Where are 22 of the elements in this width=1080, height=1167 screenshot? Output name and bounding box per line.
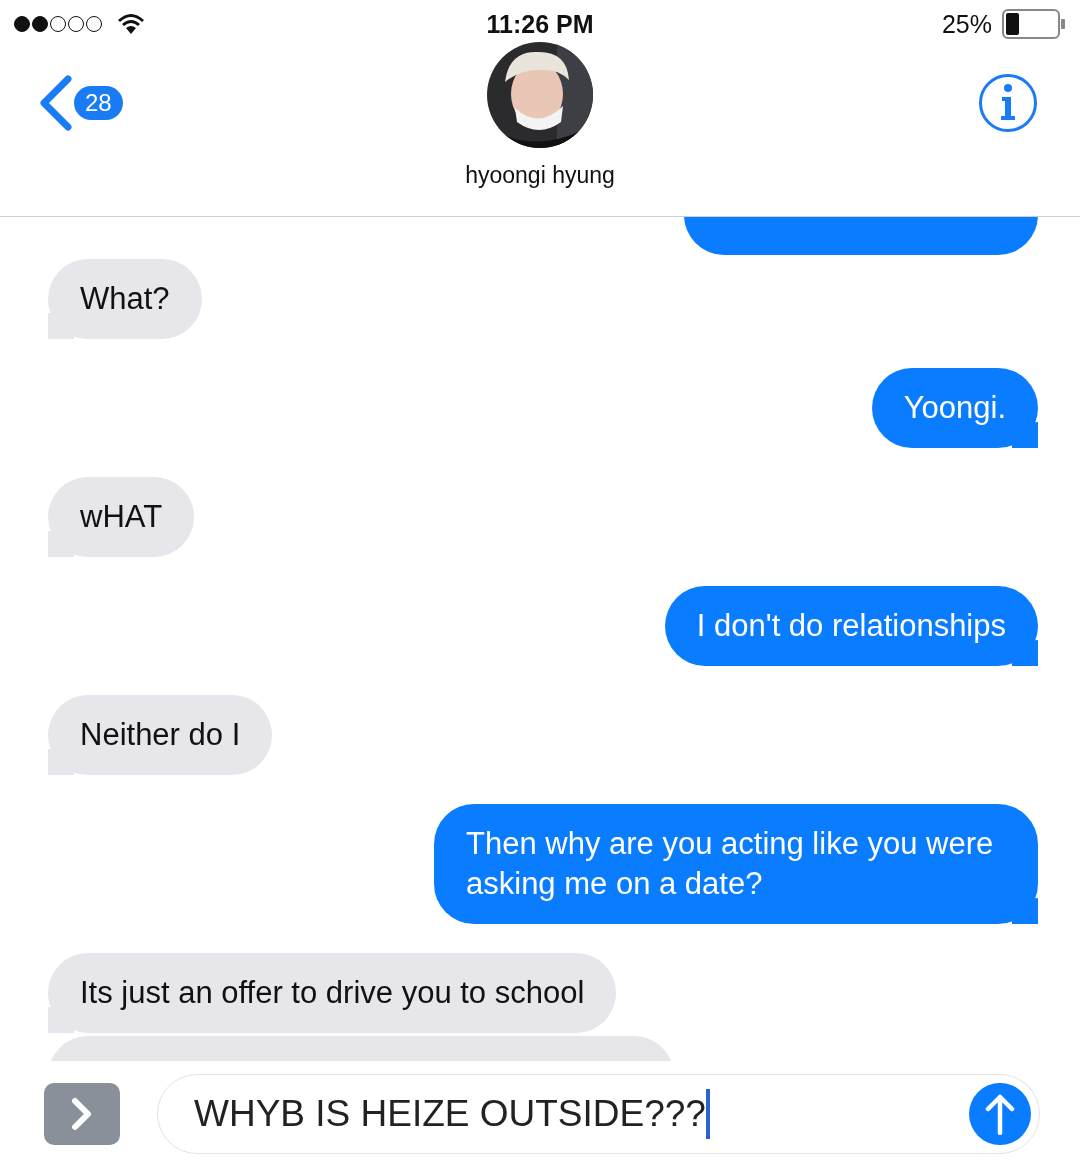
- sent-message: Yoongi.: [871, 368, 1038, 448]
- contact-name[interactable]: hyoongi hyung: [465, 162, 615, 189]
- text-cursor: [705, 1089, 710, 1139]
- info-icon[interactable]: [978, 73, 1038, 133]
- chevron-icon: [71, 1097, 93, 1131]
- received-message: Neither do I: [48, 695, 273, 775]
- send-button[interactable]: [969, 1083, 1031, 1145]
- received-message: wHAT: [48, 477, 195, 557]
- unread-badge: 28: [74, 86, 123, 120]
- up-arrow-icon: [985, 1093, 1015, 1135]
- battery-percent: 25%: [941, 9, 992, 39]
- received-message: What?: [48, 259, 202, 339]
- back-chevron-icon[interactable]: [38, 75, 72, 131]
- message-text: WHYB IS HEIZE OUTSIDE???: [194, 1093, 706, 1135]
- received-message: Its just an offer to drive you to school: [48, 953, 617, 1033]
- sent-message: Then why are you acting like you were asking me on a date?: [434, 804, 1038, 924]
- expand-button[interactable]: [44, 1083, 120, 1145]
- wifi-icon: [116, 12, 146, 36]
- battery-icon: [1002, 9, 1066, 39]
- sent-message: I don't do relationships: [664, 586, 1038, 666]
- status-time: 11:26 PM: [486, 9, 594, 39]
- signal-icon: [14, 15, 102, 33]
